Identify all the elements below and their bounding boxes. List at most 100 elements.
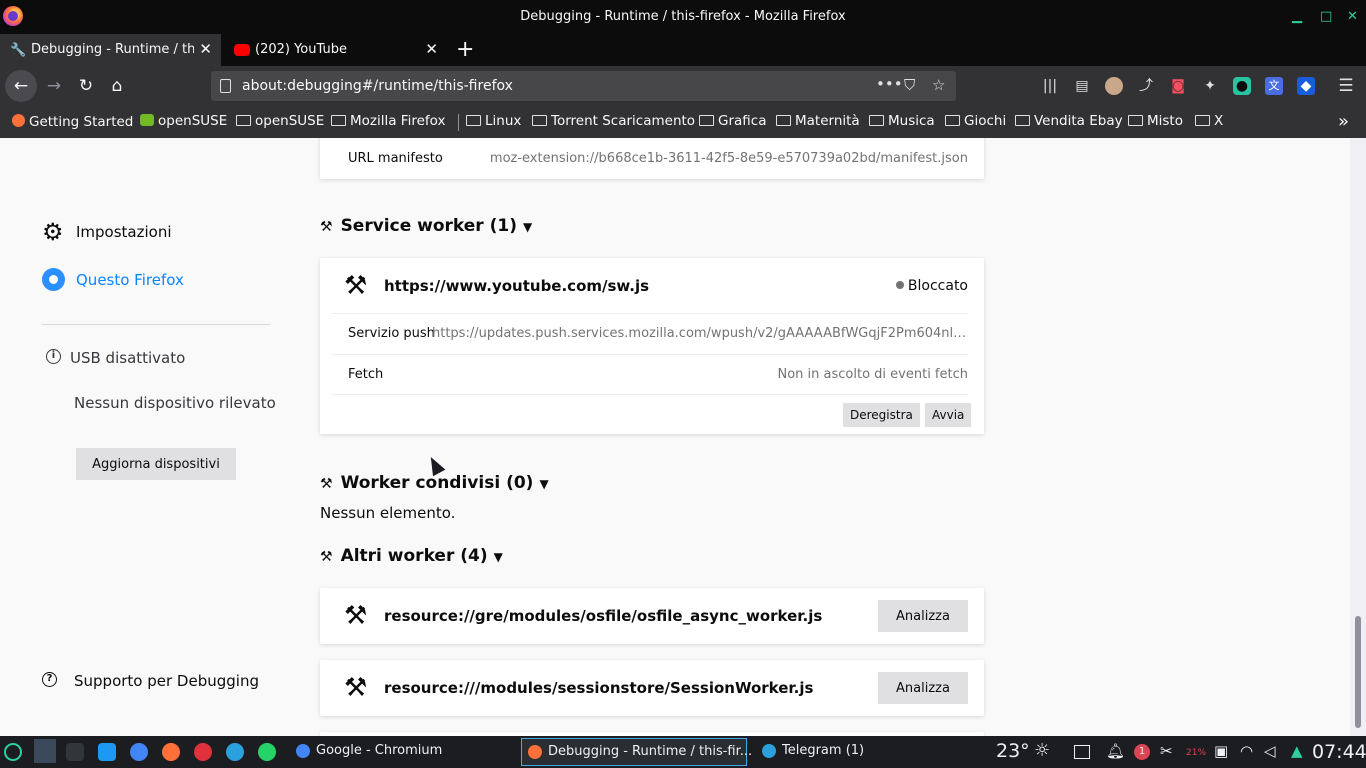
start-button[interactable]: Avvia bbox=[925, 403, 972, 427]
display-icon[interactable] bbox=[1074, 745, 1090, 759]
bookmark-folder[interactable]: Vendita Ebay bbox=[1015, 113, 1123, 129]
bookmark-folder[interactable]: openSUSE bbox=[236, 113, 324, 129]
new-tab-button[interactable]: + bbox=[456, 37, 474, 62]
clock[interactable]: 07:44 bbox=[1312, 741, 1366, 763]
close-tab-icon[interactable]: ✕ bbox=[199, 40, 212, 58]
task-label: Telegram (1) bbox=[782, 743, 865, 758]
tab-strip: 🔧 Debugging - Runtime / thi ✕ (202) YouT… bbox=[0, 34, 1366, 66]
inspect-button[interactable]: Analizza bbox=[878, 600, 968, 632]
screenshot-icon[interactable]: ◙ bbox=[1169, 77, 1187, 95]
firefox-icon bbox=[12, 114, 25, 127]
push-endpoint: https://updates.push.services.mozilla.co… bbox=[432, 326, 968, 341]
sidebar-toggle-icon[interactable]: ▤ bbox=[1073, 77, 1091, 95]
menu-icon[interactable]: ☰ bbox=[1337, 77, 1355, 95]
fetch-label: Fetch bbox=[348, 367, 384, 382]
firefox-icon[interactable] bbox=[162, 743, 180, 761]
storage-icon[interactable]: ▣ bbox=[1214, 742, 1228, 760]
notifications-bell-icon[interactable]: 🔔︎ bbox=[1106, 742, 1125, 760]
tab-youtube[interactable]: (202) YouTube ✕ bbox=[224, 34, 447, 66]
weather-sun-icon[interactable]: ☼ bbox=[1034, 740, 1050, 761]
forward-button[interactable]: → bbox=[40, 73, 68, 99]
bookmark-folder[interactable]: Mozilla Firefox bbox=[331, 113, 446, 129]
library-icon[interactable]: ||| bbox=[1041, 77, 1059, 95]
pocket-icon[interactable]: ⛉ bbox=[904, 76, 915, 94]
close-window-button[interactable]: ✕ bbox=[1347, 9, 1358, 24]
task-firefox[interactable]: Debugging - Runtime / this-fir... bbox=[521, 738, 752, 766]
close-tab-icon[interactable]: ✕ bbox=[425, 40, 438, 58]
service-worker-card: ⚒ https://www.youtube.com/sw.js Bloccato… bbox=[320, 258, 984, 434]
chromium-icon bbox=[296, 744, 310, 758]
battery-level[interactable]: 21% bbox=[1186, 748, 1206, 758]
unregister-button[interactable]: Deregistra bbox=[843, 403, 920, 427]
folder-icon bbox=[1015, 115, 1030, 126]
bookmarks-overflow-icon[interactable]: » bbox=[1338, 111, 1349, 132]
bitwarden-icon[interactable]: ◆ bbox=[1297, 77, 1315, 95]
home-button[interactable]: ⌂ bbox=[103, 73, 131, 99]
task-telegram[interactable]: Telegram (1) bbox=[756, 738, 982, 766]
strawberry-icon[interactable] bbox=[194, 743, 212, 761]
fetch-value: Non in ascolto di eventi fetch bbox=[777, 367, 969, 382]
bookmark-folder[interactable]: Giochi bbox=[945, 113, 1006, 129]
notification-badge[interactable]: 1 bbox=[1134, 744, 1150, 760]
folder-icon bbox=[945, 115, 960, 126]
bookmark-folder[interactable]: X bbox=[1195, 113, 1223, 129]
service-workers-header[interactable]: ⚒ Service worker (1) ▼ bbox=[320, 216, 532, 236]
account-avatar[interactable] bbox=[1105, 77, 1123, 95]
refresh-devices-button[interactable]: Aggiorna dispositivi bbox=[76, 448, 236, 480]
bookmark-item[interactable]: Getting Started bbox=[12, 113, 133, 130]
page-scrollbar[interactable] bbox=[1350, 138, 1366, 736]
network-icon[interactable]: ◠ bbox=[1240, 742, 1253, 760]
telegram-icon[interactable] bbox=[226, 743, 244, 761]
url-text[interactable]: about:debugging#/runtime/this-firefox bbox=[242, 78, 513, 94]
bookmark-folder[interactable]: Linux bbox=[466, 113, 521, 129]
url-bar[interactable]: about:debugging#/runtime/this-firefox ••… bbox=[211, 71, 956, 101]
status-badge: Bloccato bbox=[895, 278, 968, 294]
worker-url: https://www.youtube.com/sw.js bbox=[384, 277, 650, 295]
bookmark-star-icon[interactable]: ☆ bbox=[932, 76, 945, 94]
divider bbox=[332, 354, 968, 355]
maximize-button[interactable]: □ bbox=[1320, 9, 1332, 24]
weather-temperature[interactable]: 23° bbox=[996, 740, 1030, 762]
bookmark-folder[interactable]: Misto bbox=[1128, 113, 1183, 129]
extension-icon[interactable]: ⤴ bbox=[1137, 77, 1155, 95]
inspect-button[interactable]: Analizza bbox=[878, 672, 968, 704]
bookmark-item[interactable]: openSUSE bbox=[140, 113, 227, 129]
bookmark-folder[interactable]: Maternità bbox=[776, 113, 860, 129]
scrollbar-thumb[interactable] bbox=[1355, 616, 1361, 728]
extension-icon[interactable]: ✦ bbox=[1201, 77, 1219, 95]
bookmark-folder[interactable]: Musica bbox=[869, 113, 935, 129]
folder-icon bbox=[869, 115, 884, 126]
extension-icon[interactable]: ● bbox=[1233, 77, 1251, 95]
reload-button[interactable]: ↻ bbox=[72, 73, 100, 99]
terminal-icon[interactable] bbox=[66, 743, 84, 761]
page-info-icon[interactable] bbox=[220, 79, 231, 93]
tab-debugging[interactable]: 🔧 Debugging - Runtime / thi ✕ bbox=[0, 34, 221, 66]
tray-expand-icon[interactable]: ▲ bbox=[1291, 742, 1303, 760]
folder-icon bbox=[466, 115, 481, 126]
kdeconnect-icon[interactable]: ✂ bbox=[1160, 742, 1173, 760]
file-manager-icon[interactable] bbox=[98, 743, 116, 761]
whatsapp-icon[interactable] bbox=[258, 743, 276, 761]
page-actions-icon[interactable]: ••• bbox=[876, 75, 903, 93]
chromium-icon[interactable] bbox=[130, 743, 148, 761]
app-launcher-icon[interactable] bbox=[4, 743, 22, 761]
translate-icon[interactable]: 文 bbox=[1265, 77, 1283, 95]
desktop-pager-icon[interactable] bbox=[34, 739, 56, 763]
telegram-icon bbox=[762, 744, 776, 758]
task-chromium[interactable]: Google - Chromium bbox=[290, 738, 516, 766]
shared-workers-header[interactable]: ⚒ Worker condivisi (0) ▼ bbox=[320, 473, 549, 493]
folder-icon bbox=[532, 115, 547, 126]
help-icon: ? bbox=[42, 672, 57, 687]
manifest-url-link[interactable]: moz-extension://b668ce1b-3611-42f5-8e59-… bbox=[490, 151, 968, 166]
youtube-icon bbox=[234, 44, 250, 56]
window-titlebar: Debugging - Runtime / this-firefox - Moz… bbox=[0, 0, 1366, 34]
bookmark-folder[interactable]: Torrent Scaricamento bbox=[532, 113, 695, 129]
sidebar-divider bbox=[42, 324, 270, 325]
tab-title: (202) YouTube bbox=[255, 42, 347, 57]
back-button[interactable]: ← bbox=[5, 70, 37, 102]
minimize-button[interactable]: ▁ bbox=[1292, 9, 1302, 24]
bookmark-folder[interactable]: Grafica bbox=[699, 113, 766, 129]
navigation-toolbar: ← → ↻ ⌂ about:debugging#/runtime/this-fi… bbox=[0, 66, 1366, 106]
volume-icon[interactable]: ◁ bbox=[1264, 742, 1276, 760]
other-workers-header[interactable]: ⚒ Altri worker (4) ▼ bbox=[320, 546, 503, 566]
